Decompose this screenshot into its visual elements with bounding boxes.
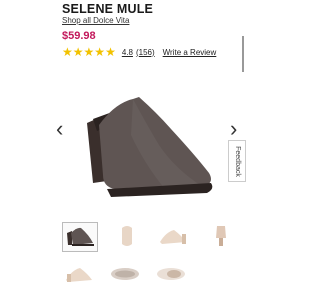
rating-row: ★ ★ ★ ★ ★ 4.8 (156) Write a Review	[62, 46, 216, 58]
rating-value[interactable]: 4.8	[122, 48, 133, 57]
thumbnail-sole-view[interactable]	[108, 260, 142, 288]
star-icon: ★	[72, 45, 84, 59]
product-image	[87, 97, 213, 197]
thumbnail-side-view[interactable]	[62, 222, 98, 252]
thumbnail-heel-view[interactable]	[62, 260, 96, 288]
star-rating: ★ ★ ★ ★ ★	[62, 46, 116, 58]
chevron-left-icon[interactable]: ‹	[56, 118, 63, 140]
star-icon: ★	[105, 45, 116, 59]
chevron-right-icon[interactable]: ›	[230, 118, 237, 140]
star-icon: ★	[94, 45, 106, 59]
scrollbar[interactable]	[242, 36, 244, 72]
feedback-tab[interactable]: Feedback	[228, 140, 246, 182]
thumbnail-inner-side-view[interactable]	[156, 222, 190, 250]
shop-brand-link[interactable]: Shop all Dolce Vita	[62, 16, 129, 25]
star-icon: ★	[62, 45, 73, 59]
product-title: SELENE MULE	[62, 2, 154, 16]
feedback-label: Feedback	[233, 145, 241, 177]
thumbnail-back-view[interactable]	[204, 222, 238, 250]
price: $59.98	[62, 30, 96, 42]
rating-count[interactable]: (156)	[136, 48, 155, 57]
thumbnail-top-view[interactable]	[154, 260, 188, 288]
write-review-link[interactable]: Write a Review	[163, 48, 217, 57]
star-icon: ★	[83, 45, 95, 59]
thumbnail-front-view[interactable]	[110, 222, 144, 250]
